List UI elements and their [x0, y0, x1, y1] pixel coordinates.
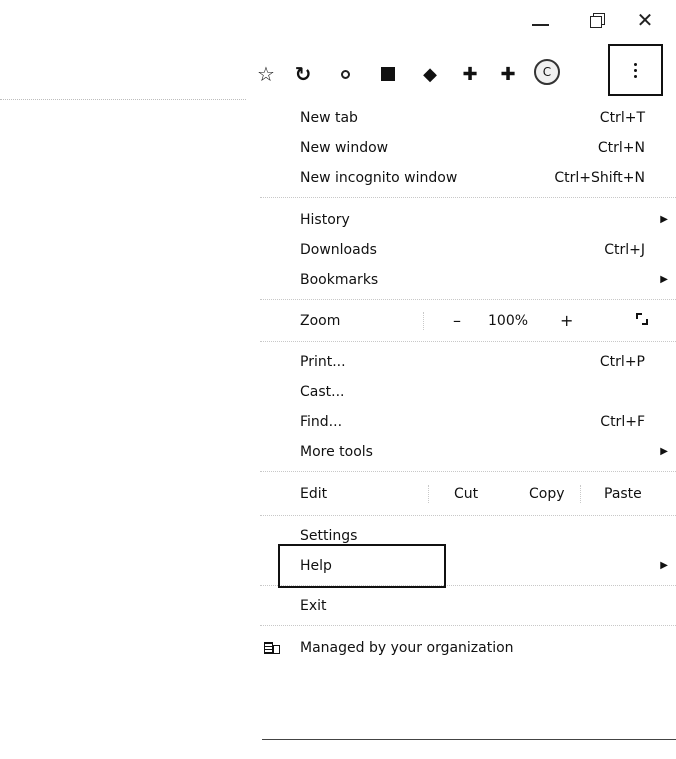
bookmark-star-icon[interactable]: ☆	[254, 61, 278, 87]
shortcut-label: Ctrl+P	[599, 354, 645, 370]
zoom-out-button[interactable]: –	[453, 305, 461, 337]
menu-item-find[interactable]: Find... Ctrl+F	[260, 407, 676, 437]
shortcut-label: Ctrl+J	[604, 242, 645, 258]
menu-item-print[interactable]: Print... Ctrl+P	[260, 347, 676, 377]
copy-button[interactable]: Copy	[529, 477, 565, 511]
cut-button[interactable]: Cut	[454, 477, 478, 511]
extension-icon[interactable]: ✚	[458, 61, 482, 87]
menu-button[interactable]	[608, 44, 663, 96]
menu-divider	[260, 197, 676, 199]
menu-item-label: New incognito window	[300, 170, 458, 186]
refresh-extension-icon[interactable]: ↻	[291, 61, 315, 87]
more-vert-icon	[634, 62, 637, 78]
menu-item-label: Downloads	[300, 242, 377, 258]
menu-item-new-window[interactable]: New window Ctrl+N	[260, 133, 676, 163]
menu-item-label: Help	[300, 558, 332, 574]
menu-item-label: New tab	[300, 110, 358, 126]
close-icon: ✕	[636, 8, 654, 32]
menu-item-help[interactable]: Help ▶	[260, 551, 676, 581]
zoom-separator	[423, 312, 425, 330]
menu-item-label: Bookmarks	[300, 272, 379, 288]
minimize-button[interactable]	[525, 8, 555, 32]
menu-item-label: Find...	[300, 414, 343, 430]
restore-icon	[590, 13, 605, 28]
chrome-menu: New tab Ctrl+T New window Ctrl+N New inc…	[260, 103, 676, 665]
toolbar: ☆ ↻ ◆ ✚ ✚ C	[248, 44, 676, 96]
managed-label: Managed by your organization	[300, 640, 514, 656]
menu-item-label: Exit	[300, 598, 327, 614]
menu-item-label: History	[300, 212, 350, 228]
menu-divider	[260, 299, 676, 301]
submenu-arrow-icon: ▶	[660, 274, 668, 285]
menu-divider	[260, 341, 676, 343]
zoom-row: Zoom – 100% +	[260, 305, 676, 337]
minimize-icon	[531, 24, 549, 26]
menu-item-new-tab[interactable]: New tab Ctrl+T	[260, 103, 676, 133]
menu-item-new-incognito-window[interactable]: New incognito window Ctrl+Shift+N	[260, 163, 676, 193]
edit-label: Edit	[300, 486, 328, 502]
managed-by-organization-row[interactable]: Managed by your organization	[260, 631, 676, 665]
close-button[interactable]: ✕	[630, 8, 660, 32]
menu-item-more-tools[interactable]: More tools ▶	[260, 437, 676, 467]
submenu-arrow-icon: ▶	[660, 560, 668, 571]
shortcut-label: Ctrl+T	[599, 110, 645, 126]
menu-item-history[interactable]: History ▶	[260, 205, 676, 235]
toolbar-divider	[0, 99, 246, 100]
menu-item-label: New window	[300, 140, 389, 156]
menu-divider	[260, 585, 676, 587]
menu-item-exit[interactable]: Exit	[260, 591, 676, 621]
menu-item-settings[interactable]: Settings	[260, 521, 676, 551]
business-icon	[264, 640, 280, 656]
fullscreen-icon[interactable]	[636, 313, 648, 325]
zoom-in-button[interactable]: +	[560, 305, 573, 337]
menu-divider	[260, 515, 676, 517]
submenu-arrow-icon: ▶	[660, 214, 668, 225]
edit-separator	[580, 485, 582, 503]
menu-divider	[260, 471, 676, 473]
zoom-label: Zoom	[300, 313, 341, 329]
edit-separator	[428, 485, 430, 503]
paste-button[interactable]: Paste	[604, 477, 642, 511]
menu-item-bookmarks[interactable]: Bookmarks ▶	[260, 265, 676, 295]
pdf-glyph	[381, 67, 395, 81]
edit-row: Edit Cut Copy Paste	[260, 477, 676, 511]
circle-extension-icon[interactable]	[333, 61, 357, 87]
puzzle-icon[interactable]: ✚	[496, 61, 520, 87]
submenu-arrow-icon: ▶	[660, 446, 668, 457]
restore-button[interactable]	[582, 8, 612, 32]
window-controls: ✕	[496, 0, 676, 40]
menu-item-label: More tools	[300, 444, 373, 460]
profile-avatar-icon[interactable]: C	[534, 59, 560, 85]
shortcut-label: Ctrl+N	[597, 140, 645, 156]
shortcut-label: Ctrl+F	[600, 414, 645, 430]
pdf-extension-icon[interactable]	[376, 61, 400, 87]
zoom-value: 100%	[488, 313, 529, 329]
shortcut-label: Ctrl+Shift+N	[554, 170, 645, 186]
menu-item-label: Settings	[300, 528, 358, 544]
menu-item-downloads[interactable]: Downloads Ctrl+J	[260, 235, 676, 265]
menu-item-label: Print...	[300, 354, 346, 370]
circle-glyph	[340, 69, 350, 79]
bottom-divider	[262, 739, 676, 740]
menu-item-cast[interactable]: Cast...	[260, 377, 676, 407]
menu-item-label: Cast...	[300, 384, 345, 400]
diamond-extension-icon[interactable]: ◆	[418, 61, 442, 87]
menu-divider	[260, 625, 676, 627]
